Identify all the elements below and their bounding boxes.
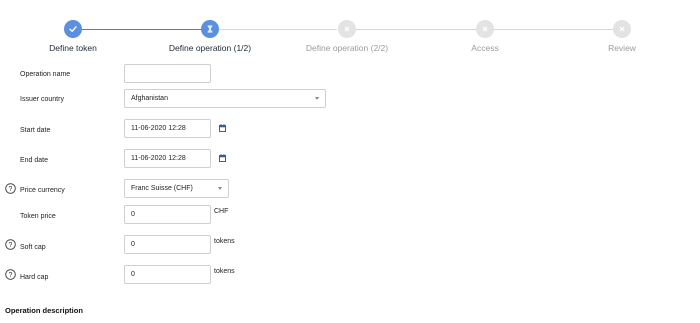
step-label: Define operation (1/2) [168, 43, 252, 53]
issuer-country-select[interactable]: Afghanistan [124, 89, 326, 108]
operation-description-heading: Operation description [5, 306, 83, 315]
svg-text:?: ? [9, 242, 13, 249]
issuer-country-value: Afghanistan [131, 95, 168, 102]
hard-cap-input[interactable]: 0 [124, 265, 211, 284]
start-date-input[interactable]: 11-06-2020 12:28 [124, 119, 211, 138]
start-date-label: Start date [20, 127, 51, 134]
calendar-icon[interactable] [219, 124, 226, 132]
close-icon [476, 20, 494, 38]
progress-stepper: Define token Define operation (1/2) Defi… [0, 0, 700, 60]
price-currency-value: Franc Suisse (CHF) [131, 185, 193, 192]
checkmark-icon [64, 20, 82, 38]
hard-cap-label: Hard cap [20, 274, 49, 281]
soft-cap-label: Soft cap [20, 244, 46, 251]
svg-text:?: ? [9, 186, 13, 193]
token-price-unit: CHF [214, 208, 229, 215]
help-icon[interactable]: ? [5, 239, 16, 250]
soft-cap-unit: tokens [214, 238, 235, 245]
step-access[interactable]: Access [425, 20, 545, 53]
help-icon[interactable]: ? [5, 269, 16, 280]
calendar-icon[interactable] [219, 154, 226, 162]
step-label: Define token [49, 43, 97, 53]
token-price-label: Token price [20, 213, 56, 220]
close-icon [613, 20, 631, 38]
step-label: Define operation (2/2) [305, 43, 389, 53]
hard-cap-unit: tokens [214, 268, 235, 275]
step-review[interactable]: Review [562, 20, 682, 53]
chevron-down-icon [315, 97, 319, 100]
close-icon [338, 20, 356, 38]
price-currency-select[interactable]: Franc Suisse (CHF) [124, 179, 229, 198]
end-date-label: End date [20, 157, 49, 164]
soft-cap-input[interactable]: 0 [124, 235, 211, 254]
price-currency-label: Price currency [20, 187, 65, 194]
step-label: Review [608, 43, 636, 53]
operation-name-input[interactable] [124, 64, 211, 83]
step-label: Access [471, 43, 499, 53]
end-date-input[interactable]: 11-06-2020 12:28 [124, 149, 211, 168]
chevron-down-icon [218, 187, 222, 190]
step-define-token[interactable]: Define token [13, 20, 133, 53]
svg-text:?: ? [9, 272, 13, 279]
operation-name-label: Operation name [20, 71, 71, 78]
issuer-country-label: Issuer country [20, 96, 64, 103]
help-icon[interactable]: ? [5, 183, 16, 194]
step-define-operation-2[interactable]: Define operation (2/2) [287, 20, 407, 53]
hourglass-icon [201, 20, 219, 38]
step-define-operation-1[interactable]: Define operation (1/2) [150, 20, 270, 53]
token-price-input[interactable]: 0 [124, 205, 211, 224]
